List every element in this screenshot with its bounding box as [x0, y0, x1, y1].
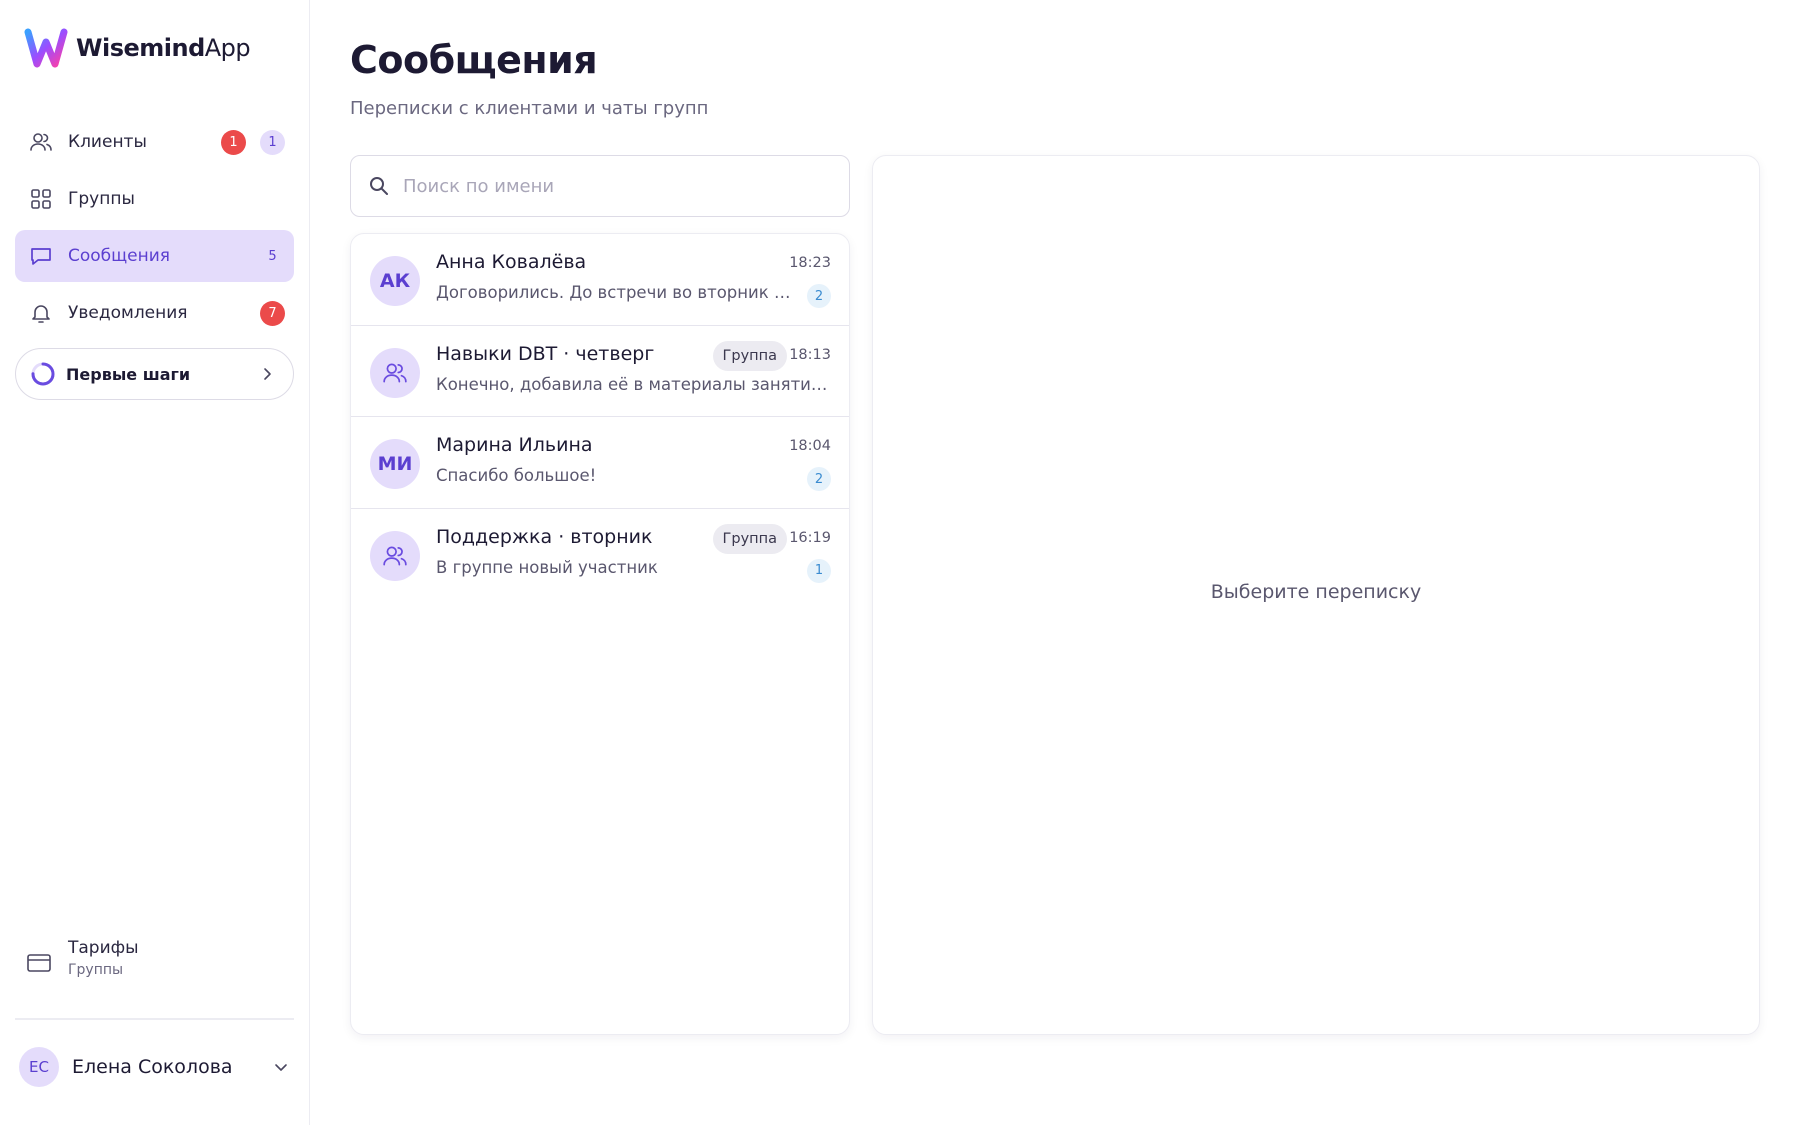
search-icon — [370, 177, 388, 195]
conversation-time: 16:19 — [789, 529, 831, 546]
credit-card-icon — [27, 954, 51, 972]
conversation-time: 18:13 — [789, 346, 831, 363]
users-icon — [28, 129, 54, 155]
conversation-item[interactable]: Навыки DBT · четверг Группа 18:13 Конечн… — [351, 326, 849, 417]
chevron-down-icon — [275, 1064, 287, 1071]
sidebar: WisemindApp Клиенты 1 1 Группы Сообщения… — [0, 0, 310, 1125]
group-avatar — [370, 530, 420, 581]
users-icon — [383, 545, 407, 566]
page-title: Сообщения — [350, 38, 598, 82]
conversation-list: АК Анна Ковалёва 18:23 Договорились. До … — [350, 233, 850, 1035]
avatar: ЕС — [19, 1047, 59, 1087]
conversation-item[interactable]: Поддержка · вторник Группа 16:19 В групп… — [351, 509, 849, 601]
conversation-preview: В группе новый участник — [436, 557, 658, 577]
count-badge: 5 — [268, 249, 277, 264]
sidebar-item-clients[interactable]: Клиенты 1 1 — [15, 116, 294, 168]
chevron-right-icon — [264, 368, 271, 380]
group-avatar — [370, 347, 420, 398]
conversation-detail-panel: Выберите переписку — [872, 155, 1760, 1035]
conversation-time: 18:04 — [789, 438, 831, 454]
group-tag: Группа — [712, 340, 787, 371]
conversation-name: Марина Ильина — [436, 434, 593, 456]
conversation-item[interactable]: МИ Марина Ильина 18:04 Спасибо большое! … — [351, 417, 849, 509]
search-box — [350, 155, 850, 217]
sidebar-item-label: Сообщения — [68, 246, 171, 266]
avatar: АК — [370, 256, 420, 306]
conversation-name: Навыки DBT · четверг — [436, 342, 655, 365]
avatar: МИ — [370, 439, 420, 489]
app-name: WisemindApp — [76, 34, 251, 62]
progress-ring-icon — [31, 362, 55, 386]
conversation-preview: Конечно, добавила её в материалы занятия… — [436, 374, 831, 394]
user-name: Елена Соколова — [72, 1056, 233, 1078]
sidebar-item-notifications[interactable]: Уведомления 7 — [15, 287, 294, 339]
tariffs-link[interactable]: Тарифы Группы — [26, 938, 139, 978]
chat-icon — [28, 243, 54, 269]
conversation-name: Поддержка · вторник — [436, 525, 653, 548]
sidebar-item-messages[interactable]: Сообщения 5 — [15, 230, 294, 282]
grid-icon — [28, 186, 54, 212]
conversation-preview: Спасибо большое! — [436, 466, 597, 485]
sidebar-item-label: Клиенты — [68, 132, 147, 152]
first-steps-button[interactable]: Первые шаги — [15, 348, 294, 400]
first-steps-label: Первые шаги — [66, 364, 191, 384]
app-logo[interactable]: WisemindApp — [24, 28, 251, 68]
page-subtitle: Переписки с клиентами и чаты групп — [350, 98, 709, 119]
bell-icon — [28, 300, 54, 326]
logo-icon — [24, 28, 68, 68]
conversation-name: Анна Ковалёва — [436, 251, 587, 273]
sidebar-item-groups[interactable]: Группы — [15, 173, 294, 225]
users-icon — [383, 362, 407, 383]
alert-badge: 1 — [221, 130, 246, 155]
unread-count-badge: 1 — [807, 558, 831, 583]
conversation-time: 18:23 — [789, 255, 831, 271]
sidebar-divider — [15, 1018, 294, 1020]
conversation-item[interactable]: АК Анна Ковалёва 18:23 Договорились. До … — [351, 234, 849, 326]
tariffs-subtitle: Группы — [68, 962, 124, 978]
group-tag: Группа — [712, 523, 787, 554]
unread-count-badge: 2 — [807, 284, 831, 308]
conversation-preview: Договорились. До встречи во вторник в ..… — [436, 283, 791, 302]
sidebar-nav: Клиенты 1 1 Группы Сообщения 5 Уведомлен… — [15, 116, 294, 344]
empty-state-text: Выберите переписку — [1210, 581, 1422, 603]
count-badge: 1 — [260, 130, 285, 155]
alert-badge: 7 — [260, 301, 285, 326]
tariffs-title: Тарифы — [68, 938, 139, 958]
user-menu[interactable]: ЕС Елена Соколова — [19, 1046, 291, 1088]
sidebar-item-label: Уведомления — [68, 303, 188, 323]
unread-count-badge: 2 — [807, 467, 831, 491]
search-input[interactable] — [403, 175, 823, 197]
sidebar-item-label: Группы — [68, 189, 135, 209]
